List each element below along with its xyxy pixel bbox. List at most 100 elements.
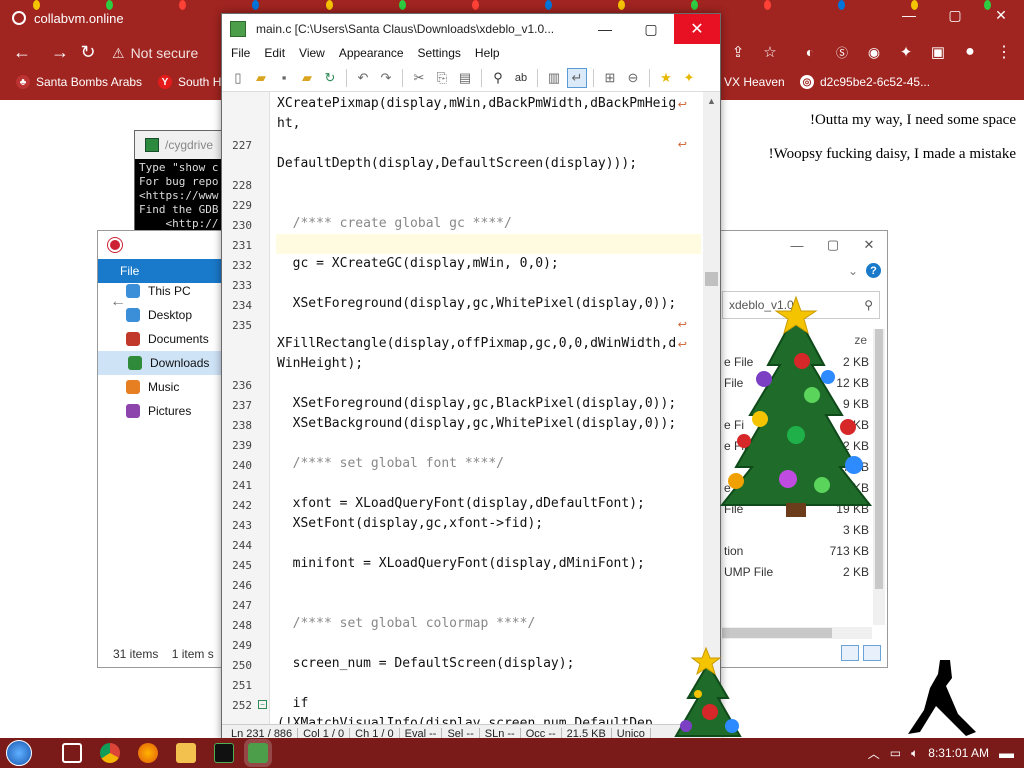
explorer-titlebar[interactable]	[98, 231, 226, 259]
code-line[interactable]: XFillRectangle(display,offPixmap,gc,0,0,…	[277, 336, 676, 351]
wrap-toggle-icon[interactable]: ↵	[567, 67, 587, 88]
clock[interactable]: 8:31:01 AM	[928, 746, 989, 760]
code-line[interactable]: /**** create global gc ****/	[277, 216, 512, 231]
details-view-icon[interactable]	[841, 645, 859, 661]
maximize-button[interactable]: ▢	[628, 14, 674, 44]
chrome-icon[interactable]	[100, 743, 120, 763]
large-icons-view-icon[interactable]	[863, 645, 881, 661]
code-line[interactable]: (!XMatchVisualInfo(display,screen_num,De…	[277, 716, 653, 724]
menu-appearance[interactable]: Appearance	[332, 44, 411, 64]
favorites-star-icon[interactable]: ★	[656, 68, 676, 88]
notepad-icon[interactable]	[248, 743, 268, 763]
code-line[interactable]: XSetForeground(display,gc,WhitePixel(dis…	[277, 296, 677, 311]
profile-avatar-icon[interactable]: ●	[958, 40, 982, 64]
copy-icon[interactable]: ⎘	[432, 68, 452, 88]
minimize-button[interactable]: —	[779, 238, 815, 253]
zoom-out-icon[interactable]: ⊖	[623, 68, 643, 88]
code-line[interactable]: XSetFont(display,gc,xfont->fid);	[277, 516, 543, 531]
minimize-button[interactable]: —	[582, 14, 628, 44]
file-row[interactable]: UMP File 2 KB	[724, 561, 869, 583]
open-folder-icon[interactable]: ▰	[251, 68, 271, 88]
menu-file[interactable]: File	[224, 44, 257, 64]
forward-arrow-icon[interactable]: →	[48, 40, 72, 64]
browse-icon[interactable]: ▰	[297, 68, 317, 88]
close-button[interactable]: ✕	[674, 14, 720, 44]
close-button[interactable]: ✕	[851, 237, 887, 253]
add-favorite-icon[interactable]: ✦	[679, 68, 699, 88]
browser-tab[interactable]: collabvm.online	[12, 6, 222, 30]
network-icon[interactable]: ▭	[890, 746, 901, 760]
redo-icon[interactable]: ↷	[376, 68, 396, 88]
menu-settings[interactable]: Settings	[411, 44, 468, 64]
code-line[interactable]: /**** set global colormap ****/	[277, 616, 536, 631]
code-line[interactable]: WinHeight);	[277, 356, 363, 371]
scroll-up-arrow-icon[interactable]: ▲	[707, 96, 716, 106]
terminal-titlebar[interactable]: /cygdrive	[135, 131, 223, 159]
cut-icon[interactable]: ✂	[409, 68, 429, 88]
flag-icon[interactable]: ◐	[798, 40, 822, 64]
task-view-icon[interactable]	[62, 743, 82, 763]
code-line[interactable]: screen_num = DefaultScreen(display);	[277, 656, 575, 671]
code-line[interactable]: xfont = XLoadQueryFont(display,dDefaultF…	[277, 496, 645, 511]
bookmark-d2c95be2[interactable]: ◎ d2c95be2-6c52-45...	[800, 75, 930, 89]
editor-window[interactable]: main.c [C:\Users\Santa Claus\Downloads\x…	[221, 13, 722, 742]
reload-icon[interactable]: ↻	[76, 40, 100, 64]
star-icon[interactable]: ☆	[758, 40, 782, 64]
notifications-icon[interactable]: ▬	[999, 745, 1014, 762]
share-icon[interactable]: ⇪	[726, 40, 750, 64]
file-row[interactable]: tion 713 KB	[724, 540, 869, 562]
editor-titlebar[interactable]: main.c [C:\Users\Santa Claus\Downloads\x…	[222, 14, 720, 44]
file-explorer-icon[interactable]	[176, 743, 196, 763]
start-button-icon[interactable]	[6, 740, 32, 766]
code-line[interactable]: ht,	[277, 116, 300, 131]
extension-s-icon[interactable]: Ⓢ	[830, 40, 854, 64]
code-line[interactable]: /**** set global font ****/	[277, 456, 504, 471]
puzzle-icon[interactable]: ✦	[894, 40, 918, 64]
firefox-icon[interactable]	[138, 743, 158, 763]
zoom-in-icon[interactable]: ⊞	[600, 68, 620, 88]
undo-icon[interactable]: ↶	[353, 68, 373, 88]
close-button[interactable]: ✕	[978, 0, 1024, 30]
scrollbar-thumb[interactable]	[705, 272, 718, 286]
bookmark-south-h[interactable]: Y South H	[158, 75, 221, 89]
extension-icon[interactable]: ◉	[862, 40, 886, 64]
menu-view[interactable]: View	[292, 44, 332, 64]
code-line[interactable]: XSetBackground(display,gc,WhitePixel(dis…	[277, 416, 677, 431]
file-row[interactable]: 3 KB	[724, 519, 869, 541]
maximize-button[interactable]: ▢	[815, 237, 851, 253]
chevron-down-icon[interactable]: ⌄	[848, 264, 858, 278]
new-file-icon[interactable]: ▯	[228, 68, 248, 88]
word-wrap-icon[interactable]: ▥	[544, 68, 564, 88]
chevron-up-icon[interactable]: ︿	[868, 745, 880, 762]
menu-edit[interactable]: Edit	[257, 44, 292, 64]
file-explorer-window[interactable]: File ← This PC Desktop Documents Downloads M…	[97, 230, 228, 668]
terminal-icon[interactable]	[214, 743, 234, 763]
menu-dots-icon[interactable]: ⋮	[992, 40, 1016, 64]
maximize-button[interactable]: ▢	[932, 0, 978, 30]
code-area[interactable]: XCreatePixmap(display,mWin,dBackPmWidth,…	[270, 92, 705, 724]
fold-marker-icon[interactable]: −	[258, 700, 267, 709]
help-icon[interactable]: ?	[866, 263, 881, 278]
find-icon[interactable]: ⚲	[488, 68, 508, 88]
horizontal-scrollbar[interactable]	[722, 627, 872, 639]
code-line[interactable]: XCreatePixmap(display,mWin,dBackPmWidth,…	[277, 96, 676, 111]
replace-icon[interactable]: ab	[511, 68, 531, 88]
security-indicator[interactable]: ⚠ Not secure	[112, 40, 198, 66]
nav-item-downloads[interactable]: Downloads	[98, 351, 228, 375]
save-icon[interactable]: ▪	[274, 68, 294, 88]
bookmark-vx-heaven[interactable]: VX Heaven	[724, 75, 785, 89]
back-arrow-icon[interactable]: ←	[110, 293, 126, 311]
bookmark-santa-bombs[interactable]: ♣ Santa Bombs Arabs	[16, 75, 142, 89]
menu-help[interactable]: Help	[468, 44, 507, 64]
sidebar-icon[interactable]: ▣	[926, 40, 950, 64]
code-line[interactable]: DefaultDepth(display,DefaultScreen(displ…	[277, 156, 637, 171]
code-line[interactable]: if	[277, 696, 309, 711]
code-line[interactable]: gc = XCreateGC(display,mWin, 0,0);	[277, 256, 559, 271]
scrollbar-thumb[interactable]	[722, 628, 832, 638]
paste-icon[interactable]: ▤	[455, 68, 475, 88]
code-line[interactable]: minifont = XLoadQueryFont(display,dMiniF…	[277, 556, 645, 571]
minimize-button[interactable]: —	[886, 0, 932, 30]
reload-file-icon[interactable]: ↻	[320, 68, 340, 88]
speaker-icon[interactable]: 🔈︎	[911, 746, 918, 761]
back-arrow-icon[interactable]: ←	[10, 40, 34, 64]
